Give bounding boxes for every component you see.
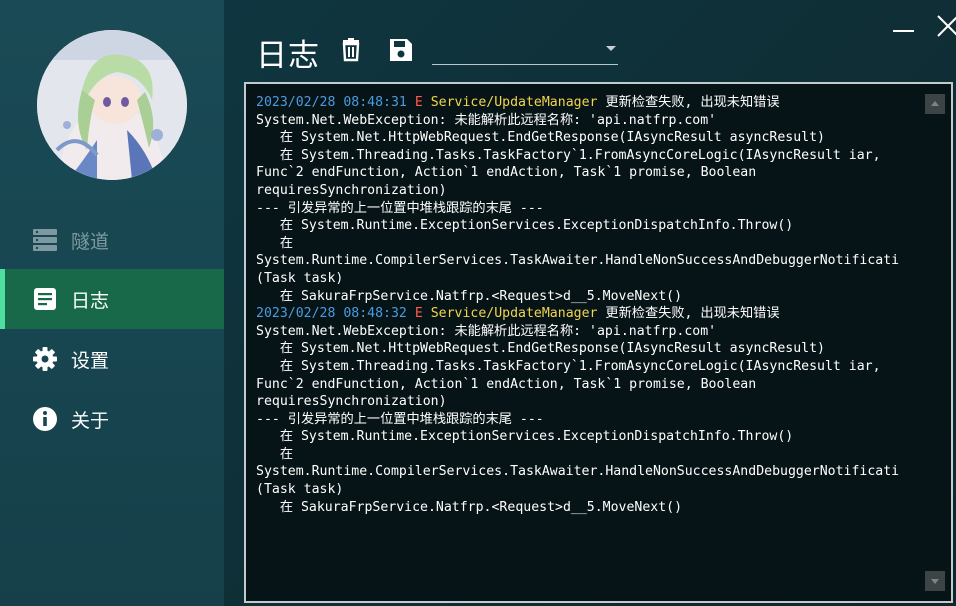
sidebar-item-settings[interactable]: 设置 [0,329,224,389]
log-level: E [414,95,423,110]
sidebar-item-label: 日志 [71,289,110,312]
minimize-icon[interactable] [890,14,918,38]
close-icon[interactable] [934,14,956,38]
sidebar: 隧道 日志 设置 关于 [0,0,224,606]
scrollbar[interactable] [925,94,945,591]
scroll-down-button[interactable] [925,571,945,591]
sidebar-item-log[interactable]: 日志 [0,269,224,329]
log-time: 2023/02/28 08:48:31 [256,95,407,110]
sidebar-item-label: 关于 [71,409,110,432]
log-entry: 2023/02/28 08:48:31 E Service/UpdateMana… [256,95,899,304]
log-viewer[interactable]: 2023/02/28 08:48:31 E Service/UpdateMana… [244,82,953,603]
sidebar-item-about[interactable]: 关于 [0,389,224,449]
log-source: Service/UpdateManager [430,306,598,322]
sidebar-item-label: 设置 [71,349,110,372]
log-message: 更新检查失败, 出现未知错误 [605,95,780,110]
log-time: 2023/02/28 08:48:32 [256,306,407,322]
avatar [37,30,187,180]
gear-icon [33,347,57,371]
document-icon [34,288,56,310]
log-details: System.Net.WebException: 未能解析此远程名称: 'api… [256,112,900,304]
info-icon [33,407,57,431]
log-details: System.Net.WebException: 未能解析此远程名称: 'api… [256,323,900,515]
save-icon[interactable] [387,36,415,64]
main-panel: 日志 2023/02/28 08:48:31 E Service/UpdateM… [224,0,956,606]
log-entry: 2023/02/28 08:48:32 E Service/UpdateMana… [256,306,899,515]
log-filter-select[interactable] [432,38,618,65]
trash-icon[interactable] [337,36,365,64]
scroll-up-button[interactable] [925,94,945,114]
page-title: 日志 [256,38,320,74]
log-level: E [414,306,423,322]
chevron-down-icon [606,46,616,51]
sidebar-item-tunnel[interactable]: 隧道 [0,210,224,270]
avatar-image [37,30,187,180]
log-text: 2023/02/28 08:48:31 E Service/UpdateMana… [256,94,924,516]
server-icon [33,229,57,251]
sidebar-item-label: 隧道 [71,230,110,253]
log-message: 更新检查失败, 出现未知错误 [605,306,780,322]
log-source: Service/UpdateManager [430,95,598,110]
